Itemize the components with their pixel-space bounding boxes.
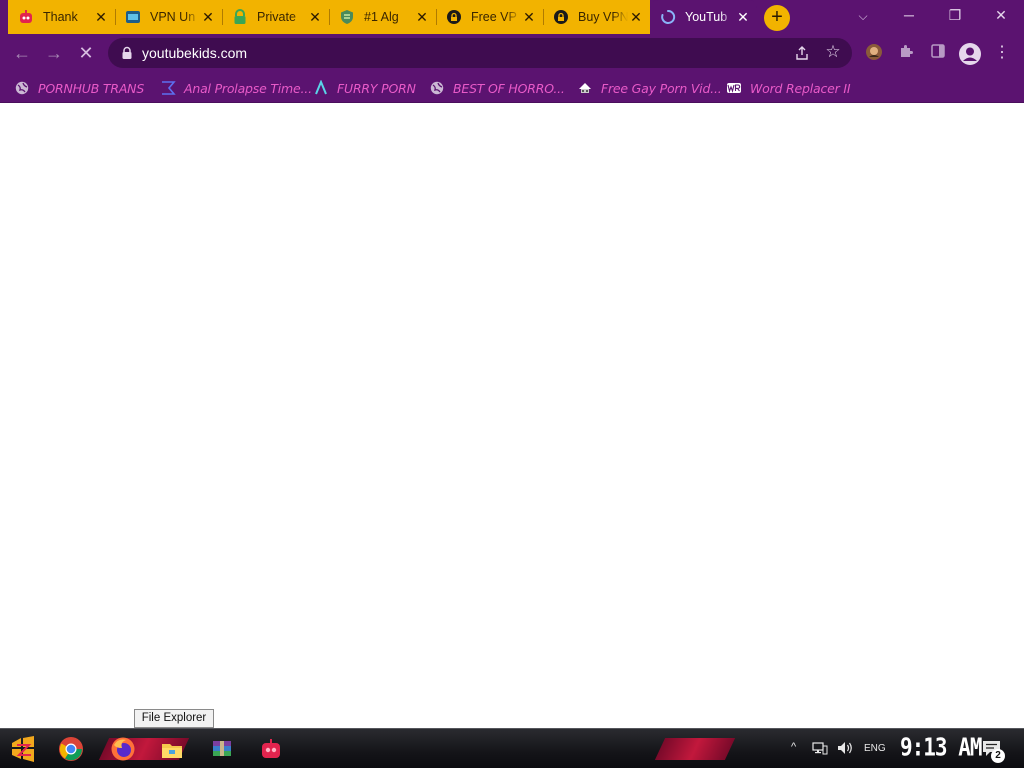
minimize-button[interactable]: ─ [886, 0, 932, 30]
bookmark-item[interactable]: Word Replacer II [726, 78, 851, 98]
menu-kebab-icon[interactable]: ⋮ [992, 43, 1012, 63]
hat-icon [577, 80, 593, 96]
winrar-taskbar-icon[interactable] [207, 734, 237, 764]
profile-avatar[interactable] [958, 42, 982, 66]
vpn-icon [125, 9, 141, 25]
extensions-puzzle-icon[interactable] [896, 43, 916, 63]
show-hidden-icons-chevron-icon[interactable]: ^ [791, 741, 796, 753]
page-content[interactable] [0, 104, 1024, 728]
tab-free-vpn[interactable]: Free VP ✕ [436, 0, 543, 34]
avatar-extension-icon[interactable] [864, 43, 884, 63]
bookmark-item[interactable]: Free Gay Porn Vid... [577, 78, 722, 98]
tab-private[interactable]: Private ✕ [222, 0, 329, 34]
wr-icon [726, 80, 742, 96]
notification-count-badge: 2 [991, 749, 1005, 763]
forward-button[interactable]: → [40, 39, 68, 67]
bookmark-item[interactable]: FURRY PORN [313, 78, 416, 98]
tab-search-icon[interactable]: ⌵ [852, 5, 874, 27]
stop-loading-button[interactable]: ✕ [72, 39, 100, 67]
browser-window: Thank ✕ VPN Un ✕ Private ✕ #1 Alg ✕ Free… [0, 0, 1024, 768]
share-icon[interactable] [793, 45, 811, 63]
tab-strip: Thank ✕ VPN Un ✕ Private ✕ #1 Alg ✕ Free… [0, 0, 1024, 34]
tab-title: Buy VPN [578, 10, 628, 24]
chrome-taskbar-icon[interactable] [56, 734, 86, 764]
address-bar[interactable] [108, 38, 852, 68]
new-tab-button[interactable]: + [764, 5, 790, 31]
firefox-taskbar-icon[interactable] [108, 734, 138, 764]
taskbar-decoration [654, 738, 736, 760]
clock[interactable]: 9:13 AM [900, 733, 983, 762]
globe-icon [14, 80, 30, 96]
tab-alg[interactable]: #1 Alg ✕ [329, 0, 436, 34]
bracket-icon [160, 80, 176, 96]
tab-close-icon[interactable]: ✕ [735, 9, 751, 25]
shield-icon [339, 9, 355, 25]
bookmark-item[interactable]: Anal Prolapse Time... [160, 78, 312, 98]
start-button[interactable] [8, 734, 38, 764]
tab-title: Private [257, 10, 296, 24]
file-explorer-taskbar-icon[interactable] [157, 734, 187, 764]
tab-close-icon[interactable]: ✕ [200, 9, 216, 25]
volume-icon[interactable] [836, 739, 854, 760]
tab-buy-vpn[interactable]: Buy VPN ✕ [543, 0, 650, 34]
bookmark-item[interactable]: PORNHUB TRANS [14, 78, 144, 98]
side-panel-icon[interactable] [928, 43, 948, 63]
tab-title: Thank [43, 10, 78, 24]
taskbar: ^ ENG 9:13 AM 2 [0, 728, 1024, 768]
language-indicator[interactable]: ENG [864, 743, 886, 754]
tooltip: File Explorer [134, 709, 214, 728]
tab-title: VPN Un [150, 10, 196, 24]
tab-title: YouTub [685, 10, 728, 24]
lambda-icon [313, 80, 329, 96]
lock-icon [232, 9, 248, 25]
close-window-button[interactable]: ✕ [978, 0, 1024, 30]
bookmark-star-icon[interactable]: ☆ [824, 43, 842, 61]
robot-app-taskbar-icon[interactable] [256, 734, 286, 764]
back-button[interactable]: ← [8, 39, 36, 67]
tab-title: #1 Alg [364, 10, 399, 24]
network-icon[interactable] [812, 740, 828, 759]
tab-close-icon[interactable]: ✕ [307, 9, 323, 25]
robot-icon [18, 9, 34, 25]
padlock-icon [553, 9, 569, 25]
globe-icon [429, 80, 445, 96]
tab-close-icon[interactable]: ✕ [521, 9, 537, 25]
tab-thank[interactable]: Thank ✕ [8, 0, 115, 34]
loading-spinner-icon [660, 9, 676, 25]
padlock-icon [446, 9, 462, 25]
tab-vpn-un[interactable]: VPN Un ✕ [115, 0, 222, 34]
url-input[interactable] [142, 45, 742, 61]
restore-button[interactable]: ❐ [932, 0, 978, 30]
bookmarks-bar: PORNHUB TRANS Anal Prolapse Time... FURR… [0, 72, 1024, 103]
tab-close-icon[interactable]: ✕ [414, 9, 430, 25]
lock-icon[interactable] [120, 46, 134, 60]
tab-close-icon[interactable]: ✕ [93, 9, 109, 25]
tab-close-icon[interactable]: ✕ [628, 9, 644, 25]
tab-youtube-kids[interactable]: YouTub ✕ [650, 0, 757, 34]
tab-title: Free VP [471, 10, 517, 24]
bookmark-item[interactable]: BEST OF HORRO... [429, 78, 565, 98]
toolbar: ← → ✕ ☆ ⋮ [0, 34, 1024, 72]
